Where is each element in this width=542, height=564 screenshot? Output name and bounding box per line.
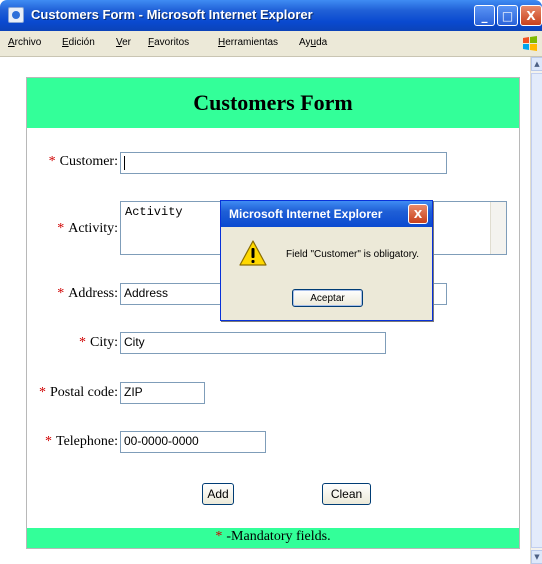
ie-icon — [8, 7, 24, 23]
page-scrollbar[interactable]: ▲ ▼ — [530, 57, 542, 564]
postal-code-label-text: Postal code: — [49, 385, 118, 400]
required-marker: * — [215, 529, 223, 544]
dialog-message: Field "Customer" is obligatory. — [286, 249, 420, 260]
menu-ayuda-rest: da — [316, 37, 328, 48]
form-title: Customers Form — [193, 90, 353, 115]
city-label-text: City: — [89, 335, 118, 350]
required-marker: * — [38, 385, 46, 400]
activity-scrollbar[interactable] — [490, 202, 506, 254]
mandatory-note: -Mandatory fields. — [226, 529, 331, 544]
form-header: Customers Form — [27, 78, 519, 128]
menu-ver[interactable]: Ver — [116, 37, 131, 48]
city-input[interactable]: City — [120, 332, 386, 354]
menu-favoritos[interactable]: Favoritos — [148, 37, 189, 48]
customer-input[interactable] — [120, 152, 447, 174]
menu-herramientas-rest: erramientas — [225, 37, 279, 48]
menu-herramientas[interactable]: Herramientas — [218, 37, 278, 48]
menu-archivo[interactable]: Archivo — [8, 37, 41, 48]
window-title: Customers Form - Microsoft Internet Expl… — [31, 7, 313, 22]
telephone-label-text: Telephone: — [56, 434, 118, 449]
required-marker: * — [48, 154, 56, 169]
menu-ayuda[interactable]: Ayuda — [299, 37, 327, 48]
telephone-label: * Telephone: — [45, 434, 118, 450]
menu-edicion-rest: dición — [68, 37, 95, 48]
dialog-title-bar: Microsoft Internet Explorer X — [221, 201, 432, 227]
menu-archivo-hotkey: A — [8, 37, 15, 48]
menu-archivo-rest: rchivo — [14, 37, 42, 48]
scroll-up-arrow[interactable]: ▲ — [531, 57, 542, 71]
close-button[interactable]: X — [520, 5, 542, 26]
windows-flag-icon — [523, 36, 537, 51]
menu-ayuda-prefix: Ay — [299, 37, 311, 48]
minimize-button[interactable]: _ — [474, 5, 495, 26]
city-label: * City: — [79, 335, 118, 351]
activity-label: * Activity: — [57, 221, 118, 237]
scroll-thumb[interactable] — [531, 73, 542, 548]
activity-label-text: Activity: — [68, 221, 118, 236]
dialog-close-button[interactable]: X — [408, 204, 428, 224]
required-marker: * — [45, 434, 52, 449]
address-label: * Address: — [57, 286, 118, 302]
form-footer: * -Mandatory fields. — [27, 528, 519, 548]
alert-dialog: Microsoft Internet Explorer X Field "Cus… — [220, 200, 433, 321]
title-bar: Customers Form - Microsoft Internet Expl… — [0, 0, 542, 31]
required-marker: * — [57, 286, 65, 301]
add-button[interactable]: Add — [202, 483, 234, 505]
postal-code-input[interactable]: ZIP — [120, 382, 205, 404]
scroll-down-arrow[interactable]: ▼ — [531, 550, 542, 564]
required-marker: * — [78, 335, 86, 350]
clean-button[interactable]: Clean — [322, 483, 371, 505]
address-label-text: Address: — [68, 286, 118, 301]
telephone-input[interactable]: 00-0000-0000 — [120, 431, 266, 453]
customer-label-text: Customer: — [59, 154, 118, 169]
customer-label: * Customer: — [49, 154, 118, 170]
menu-edicion-hotkey: E — [62, 37, 69, 48]
menu-edicion[interactable]: Edición — [62, 37, 95, 48]
menu-ver-rest: er — [122, 37, 132, 48]
menu-favoritos-rest: avoritos — [154, 37, 190, 48]
postal-code-label: * Postal code: — [39, 385, 118, 401]
maximize-button[interactable]: □ — [497, 5, 518, 26]
dialog-ok-button[interactable]: Aceptar — [292, 289, 363, 307]
warning-icon — [239, 240, 267, 266]
dialog-title: Microsoft Internet Explorer — [229, 207, 383, 221]
required-marker: * — [57, 221, 65, 236]
menu-bar: Archivo Edición Ver Favoritos Herramient… — [0, 31, 542, 57]
text-caret — [124, 156, 125, 170]
